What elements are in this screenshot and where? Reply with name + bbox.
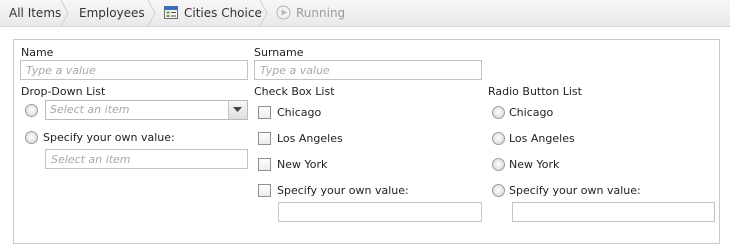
checkbox-chicago[interactable]	[258, 106, 271, 119]
checkbox-los-angeles[interactable]	[258, 132, 271, 145]
dropdown-own-value-input[interactable]	[45, 149, 248, 169]
radio-los-angeles-label: Los Angeles	[509, 132, 575, 145]
radio-own-value-input[interactable]	[512, 202, 715, 222]
checkbox-new-york[interactable]	[258, 158, 271, 171]
breadcrumb-all-items[interactable]: All Items	[9, 0, 61, 26]
breadcrumb-cities-choice[interactable]: Cities Choice	[184, 0, 262, 26]
checkbox-new-york-label: New York	[277, 158, 328, 171]
radio-new-york-label: New York	[509, 158, 560, 171]
dropdown-placeholder: Select an item	[50, 103, 130, 116]
breadcrumb-employees[interactable]: Employees	[79, 0, 145, 26]
breadcrumb-running: Running	[296, 6, 346, 20]
dropdown-select[interactable]: Select an item	[45, 100, 248, 120]
radio-los-angeles[interactable]	[492, 132, 505, 145]
radio-list-label: Radio Button List	[488, 85, 582, 98]
surname-label: Surname	[254, 46, 304, 59]
radio-chicago-label: Chicago	[509, 106, 554, 119]
dropdown-list-label: Drop-Down List	[21, 85, 106, 98]
form-icon	[164, 6, 178, 19]
dropdown-toggle-button[interactable]	[228, 101, 247, 119]
chevron-down-icon	[233, 107, 242, 112]
dropdown-own-value-radio[interactable]	[25, 131, 38, 144]
dropdown-own-value-label: Specify your own value:	[43, 131, 175, 144]
radio-chicago[interactable]	[492, 106, 505, 119]
form-panel: Name Surname Drop-Down List Select an it…	[13, 39, 720, 244]
name-label: Name	[21, 46, 54, 59]
play-icon	[276, 5, 291, 20]
name-input[interactable]	[20, 60, 248, 80]
checkbox-own-value-label: Specify your own value:	[277, 184, 409, 197]
radio-own-value[interactable]	[492, 184, 505, 197]
checkbox-los-angeles-label: Los Angeles	[277, 132, 343, 145]
radio-own-value-label: Specify your own value:	[509, 184, 641, 197]
checkbox-own-value[interactable]	[258, 184, 271, 197]
breadcrumb-separator-icon	[147, 0, 156, 26]
checkbox-chicago-label: Chicago	[277, 106, 322, 119]
dropdown-radio[interactable]	[25, 104, 38, 117]
breadcrumb: All Items Employees Cities Choice Runnin…	[0, 0, 730, 27]
breadcrumb-separator-icon	[60, 0, 69, 26]
radio-new-york[interactable]	[492, 158, 505, 171]
checkbox-own-value-input[interactable]	[278, 202, 482, 222]
checkbox-list-label: Check Box List	[254, 85, 335, 98]
surname-input[interactable]	[254, 60, 482, 80]
breadcrumb-separator-icon	[259, 0, 268, 26]
